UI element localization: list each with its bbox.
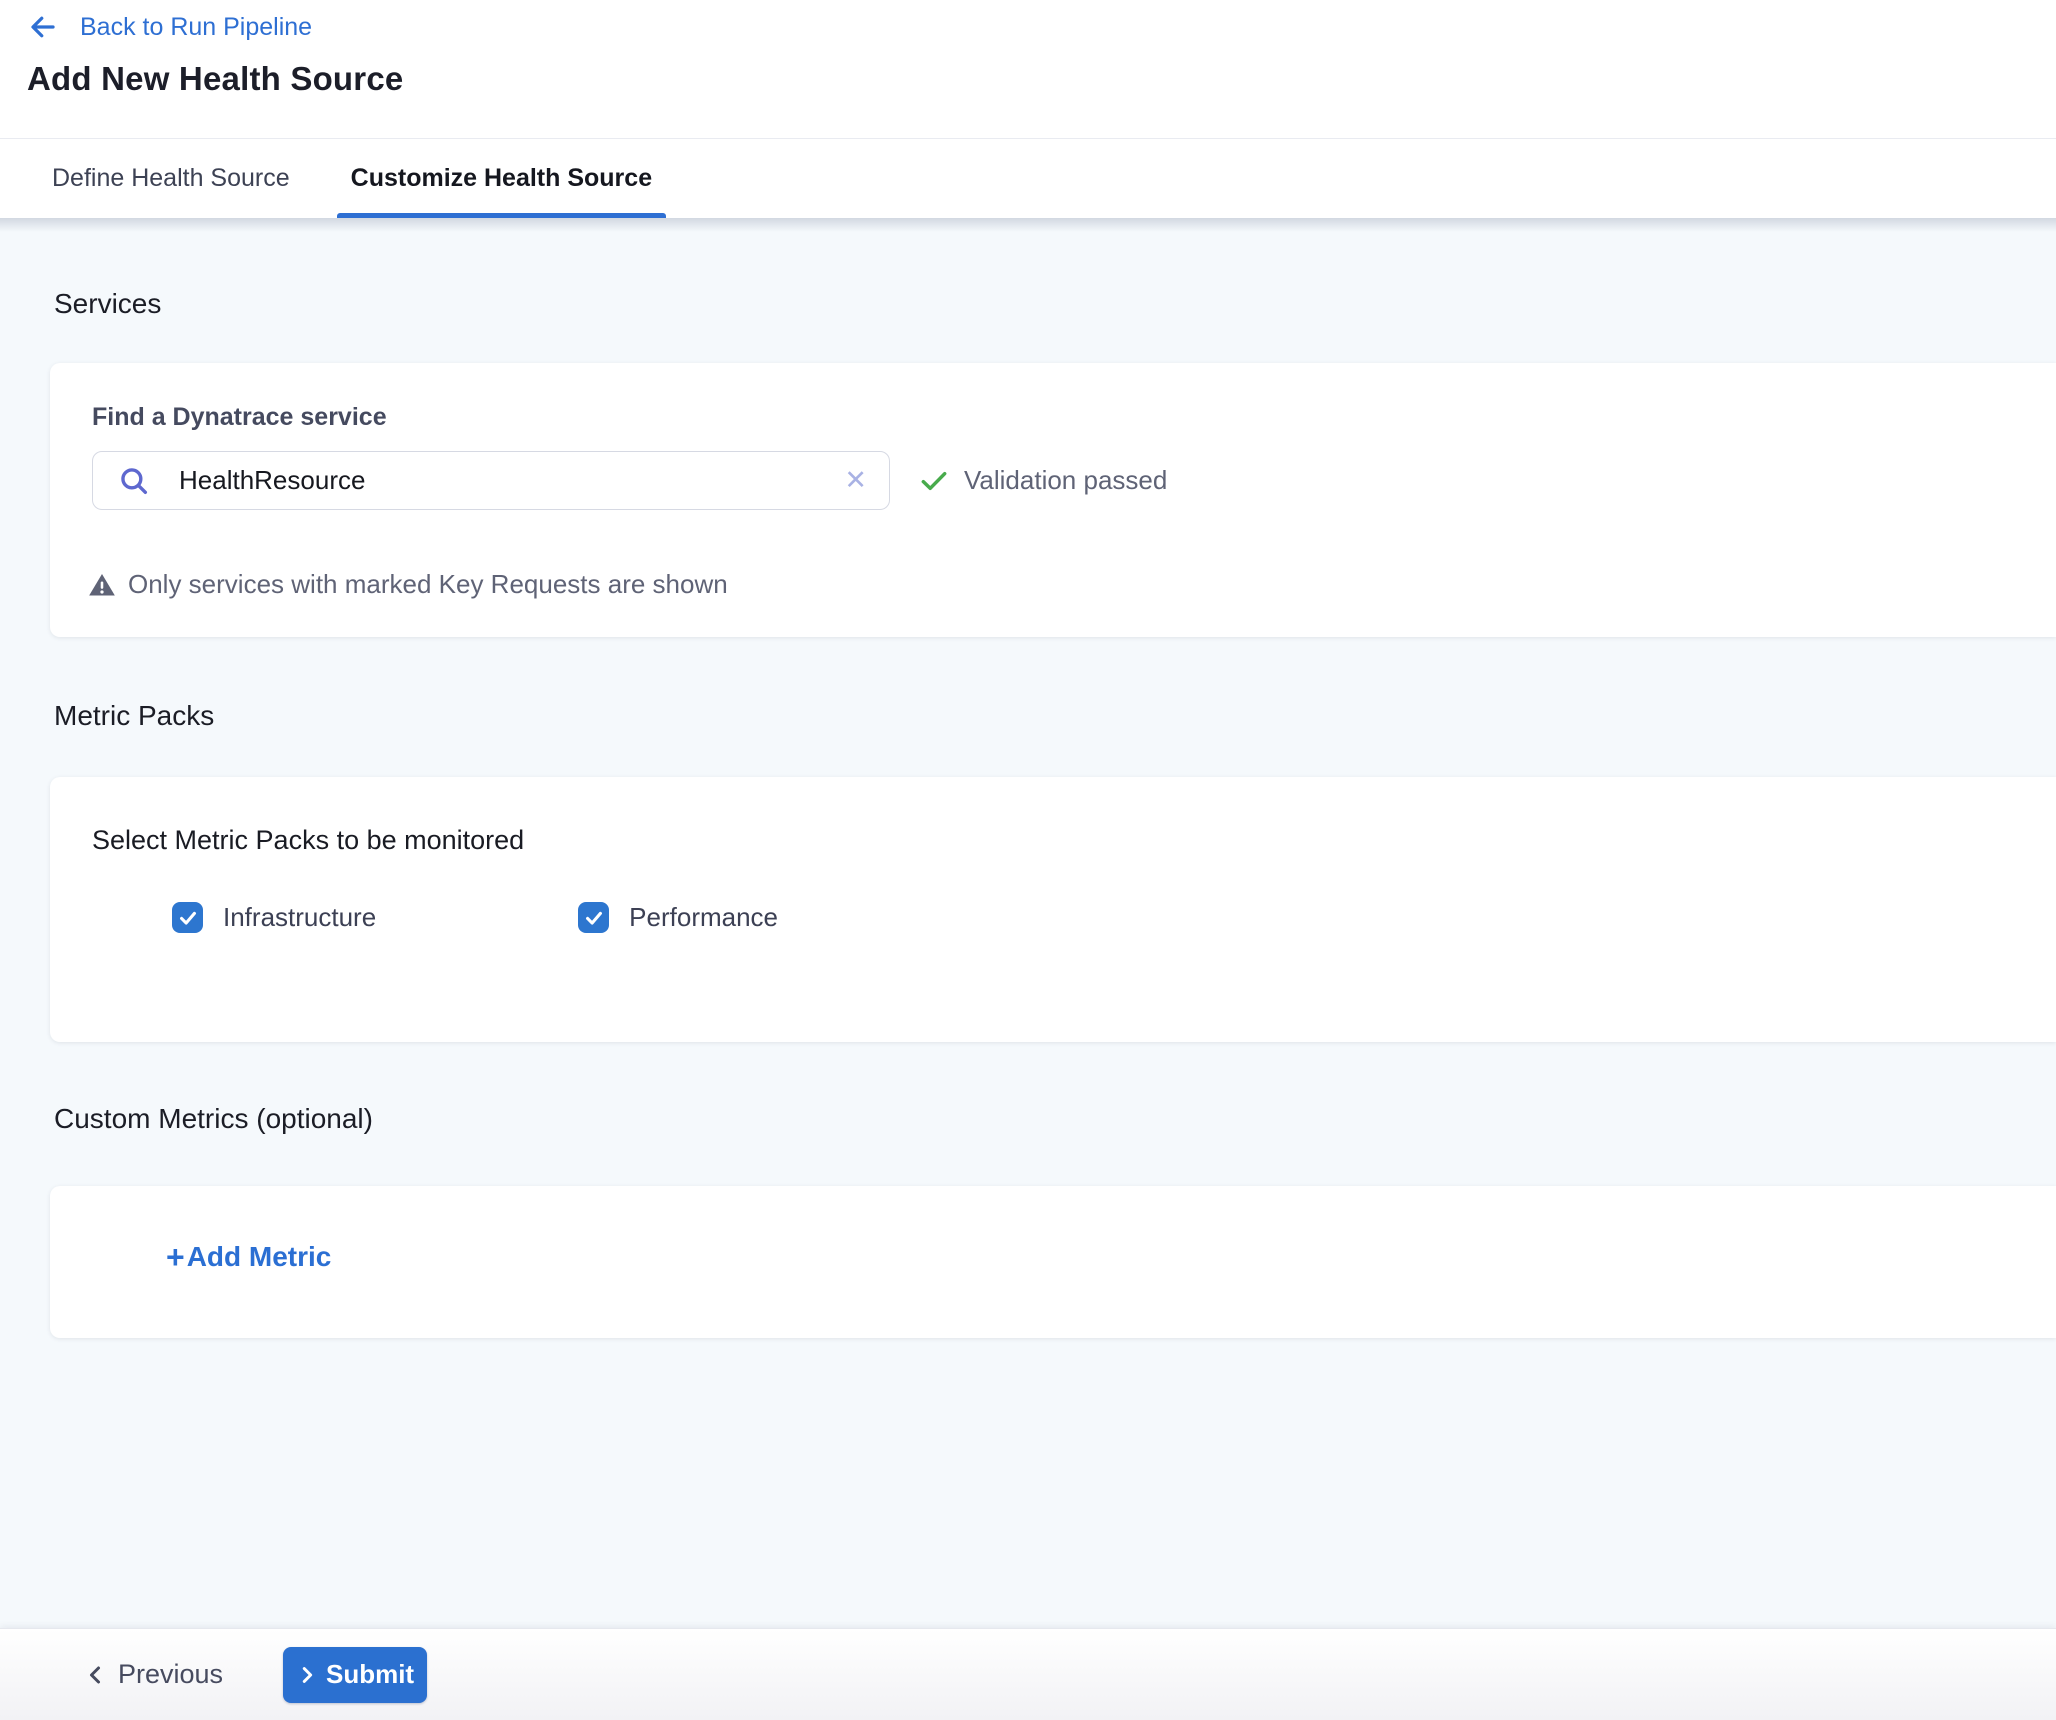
dynatrace-service-search-box[interactable]: ✕ [92,451,890,510]
warning-icon [88,571,116,599]
warning-text: Only services with marked Key Requests a… [128,569,728,600]
services-warning: Only services with marked Key Requests a… [88,569,728,600]
metric-packs-card: Select Metric Packs to be monitored Infr… [50,777,2056,1042]
services-section-heading: Services [54,288,161,320]
performance-checkbox[interactable] [578,902,609,933]
infrastructure-checkbox[interactable] [172,902,203,933]
plus-icon: + [166,1241,185,1273]
submit-label: Submit [326,1659,414,1690]
add-metric-label: Add Metric [187,1241,332,1273]
tab-define-health-source[interactable]: Define Health Source [50,139,292,218]
performance-label: Performance [629,902,778,933]
previous-label: Previous [118,1659,223,1690]
dynatrace-service-search-input[interactable] [179,465,840,496]
metric-packs-options: Infrastructure Performance [172,902,778,933]
check-icon [918,465,950,497]
metric-pack-option-performance[interactable]: Performance [578,902,778,933]
clear-search-icon[interactable]: ✕ [840,465,871,496]
back-link-label: Back to Run Pipeline [80,13,312,42]
metric-packs-section-heading: Metric Packs [54,700,214,732]
page-header: Back to Run Pipeline Add New Health Sour… [0,0,2056,138]
search-icon [117,464,151,498]
back-to-run-pipeline-link[interactable]: Back to Run Pipeline [28,12,312,42]
previous-button[interactable]: Previous [84,1659,223,1690]
validation-status: Validation passed [918,451,1167,510]
health-source-tabbar: Define Health Source Customize Health So… [0,138,2056,218]
content-area: Services Find a Dynatrace service ✕ Vali… [0,218,2056,1628]
page-title: Add New Health Source [27,60,403,98]
metric-packs-subtitle: Select Metric Packs to be monitored [92,825,524,856]
infrastructure-label: Infrastructure [223,902,376,933]
footer-bar: Previous Submit [0,1628,2056,1720]
custom-metrics-card: + Add Metric [50,1186,2056,1338]
back-arrow-icon [28,12,58,42]
dynatrace-service-label: Find a Dynatrace service [92,403,387,432]
add-metric-button[interactable]: + Add Metric [166,1241,331,1273]
tab-customize-health-source[interactable]: Customize Health Source [337,139,666,218]
metric-pack-option-infrastructure[interactable]: Infrastructure [172,902,376,933]
chevron-left-icon [84,1663,108,1687]
services-card: Find a Dynatrace service ✕ Validation pa… [50,363,2056,637]
chevron-right-icon [296,1664,318,1686]
validation-text: Validation passed [964,465,1167,496]
submit-button[interactable]: Submit [283,1647,427,1703]
custom-metrics-section-heading: Custom Metrics (optional) [54,1103,373,1135]
